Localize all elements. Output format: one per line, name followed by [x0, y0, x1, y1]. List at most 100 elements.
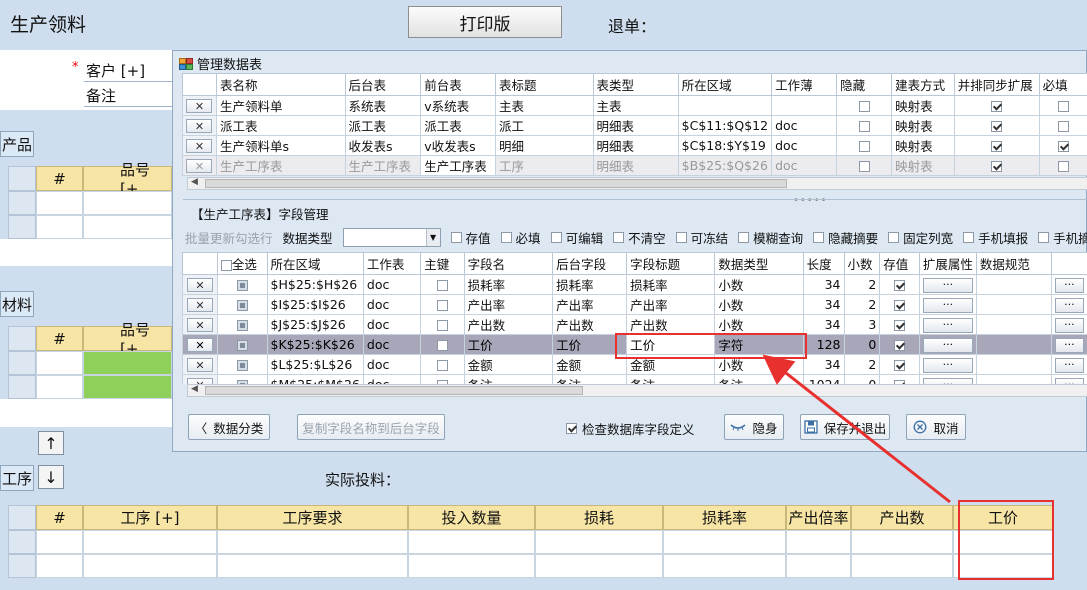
field-cell-caption[interactable]: 损耗率 [626, 274, 716, 295]
process-cell[interactable] [36, 530, 83, 554]
table-cell-mode[interactable]: 映射表 [891, 95, 955, 116]
flag-checkbox[interactable] [500, 232, 512, 243]
primary-key-checkbox[interactable] [436, 280, 448, 291]
field-cell-decimals[interactable]: 2 [843, 354, 881, 375]
sync-checkbox[interactable] [991, 121, 1003, 132]
ext-props-button[interactable]: ··· [922, 358, 973, 373]
delete-icon[interactable]: ✕ [186, 297, 213, 312]
table-cell-caption[interactable]: 明细 [494, 135, 594, 156]
table-cell-mode[interactable]: 映射表 [891, 135, 955, 156]
flag-option[interactable]: 固定列宽 [888, 228, 953, 247]
field-cell-decimals[interactable]: 0 [843, 374, 881, 384]
tables-scroll-thumb[interactable] [205, 179, 787, 188]
field-cell-length[interactable]: 34 [802, 354, 845, 375]
tables-col-header[interactable]: 表名称 [215, 73, 346, 96]
flag-checkbox[interactable] [450, 232, 462, 243]
check-db-def-checkbox[interactable] [566, 423, 577, 434]
scroll-left-icon[interactable]: ◀ [191, 177, 198, 187]
delete-icon[interactable]: ✕ [186, 357, 213, 372]
tab-process[interactable]: 工序 [0, 465, 34, 491]
more-button[interactable]: ··· [1054, 298, 1084, 313]
flag-option[interactable]: 不清空 [613, 228, 666, 247]
more-button[interactable]: ··· [1054, 338, 1084, 353]
table-cell-type[interactable]: 明细表 [592, 155, 679, 176]
table-cell-frontend[interactable]: v收发表s [420, 135, 496, 156]
down-arrow-icon[interactable]: ↓ [38, 465, 64, 489]
fields-col-header[interactable]: 字段标题 [626, 252, 716, 275]
sync-checkbox[interactable] [991, 161, 1003, 172]
fields-col-header[interactable]: 主键 [420, 252, 465, 275]
delete-icon[interactable]: ✕ [186, 98, 213, 113]
field-cell-spec[interactable] [975, 274, 1052, 295]
table-cell-frontend[interactable]: 派工表 [420, 115, 496, 136]
field-cell-dtype[interactable]: 小数 [714, 294, 804, 315]
process-cell[interactable] [663, 554, 786, 578]
hidden-checkbox[interactable] [858, 141, 870, 152]
tables-col-header[interactable]: 建表方式 [891, 73, 955, 96]
flag-checkbox[interactable] [963, 232, 975, 243]
field-cell-backend[interactable]: 损耗率 [552, 274, 628, 295]
process-cell[interactable] [408, 530, 535, 554]
tables-col-header[interactable]: 表类型 [592, 73, 679, 96]
table-row[interactable]: ✕ 生产领料单 系统表 v系统表 主表 主表 映射表 [182, 95, 1087, 116]
material-cell[interactable] [36, 351, 83, 375]
row-select-checkbox[interactable] [236, 320, 248, 331]
process-cell[interactable] [851, 554, 953, 578]
copy-field-names-button[interactable]: 复制字段名称到后台字段 [297, 414, 445, 440]
material-cell-highlight[interactable] [83, 351, 172, 375]
field-cell-field[interactable]: 损耗率 [463, 274, 554, 295]
fields-col-header[interactable]: 小数 [843, 252, 881, 275]
fields-col-header[interactable]: 所在区域 [266, 252, 364, 275]
data-type-dropdown[interactable]: ▼ [342, 228, 441, 247]
primary-key-checkbox[interactable] [436, 300, 448, 311]
field-cell-length[interactable]: 1024 [802, 374, 845, 384]
fields-scroll-thumb[interactable] [205, 386, 583, 395]
flag-option[interactable]: 隐藏摘要 [813, 228, 878, 247]
primary-key-checkbox[interactable] [436, 360, 448, 371]
data-category-button[interactable]: 〈 数据分类 [188, 414, 270, 440]
field-cell-length[interactable]: 34 [802, 294, 845, 315]
flag-checkbox[interactable] [738, 232, 750, 243]
product-cell[interactable] [36, 215, 83, 239]
more-button[interactable]: ··· [1054, 358, 1084, 373]
process-cell[interactable] [851, 530, 953, 554]
table-cell-frontend[interactable]: 生产工序表 [420, 155, 496, 176]
field-cell-field[interactable]: 产出数 [463, 314, 554, 335]
field-cell-caption[interactable]: 备注 [626, 374, 716, 384]
field-cell-spec[interactable] [975, 334, 1052, 355]
batch-update-label[interactable]: 批量更新勾选行 [185, 228, 273, 247]
field-cell-field[interactable]: 工价 [463, 334, 554, 355]
table-cell-caption[interactable]: 工序 [494, 155, 594, 176]
flag-checkbox[interactable] [813, 232, 825, 243]
table-cell-backend[interactable]: 收发表s [344, 135, 422, 156]
table-cell-sheet[interactable] [771, 95, 838, 116]
required-checkbox[interactable] [1057, 161, 1069, 172]
table-cell-area[interactable]: $B$25:$Q$26 [677, 155, 773, 176]
stored-checkbox[interactable] [894, 280, 906, 291]
more-button[interactable]: ··· [1054, 318, 1084, 333]
flag-checkbox[interactable] [1038, 232, 1050, 243]
stored-checkbox[interactable] [894, 360, 906, 371]
table-cell-name[interactable]: 生产领料单s [215, 135, 346, 156]
print-button[interactable]: 打印版 [408, 6, 562, 38]
field-cell-area[interactable]: $H$25:$H$26 [266, 274, 364, 295]
table-cell-name[interactable]: 生产领料单 [215, 95, 346, 116]
field-cell-sheet[interactable]: doc [362, 314, 422, 335]
field-row[interactable]: ✕ $J$25:$J$26 doc 产出数 产出数 产出数 小数 34 3 ··· ··· [182, 314, 1087, 335]
fields-col-header[interactable]: 数据类型 [714, 252, 804, 275]
delete-icon[interactable]: ✕ [186, 337, 213, 352]
process-cell[interactable] [786, 554, 851, 578]
required-checkbox[interactable] [1057, 141, 1069, 152]
hidden-checkbox[interactable] [858, 101, 870, 112]
table-cell-area[interactable]: $C$18:$Y$19 [677, 135, 773, 156]
row-select-checkbox[interactable] [236, 360, 248, 371]
table-cell-mode[interactable]: 映射表 [891, 155, 955, 176]
field-cell-dtype[interactable]: 小数 [714, 314, 804, 335]
flag-checkbox[interactable] [613, 232, 625, 243]
tables-col-header[interactable]: 表标题 [494, 73, 594, 96]
scroll-left-icon[interactable]: ◀ [191, 384, 198, 394]
process-cell[interactable] [83, 554, 217, 578]
field-cell-spec[interactable] [975, 374, 1052, 384]
field-cell-field[interactable]: 产出率 [463, 294, 554, 315]
table-cell-area[interactable] [677, 95, 773, 116]
